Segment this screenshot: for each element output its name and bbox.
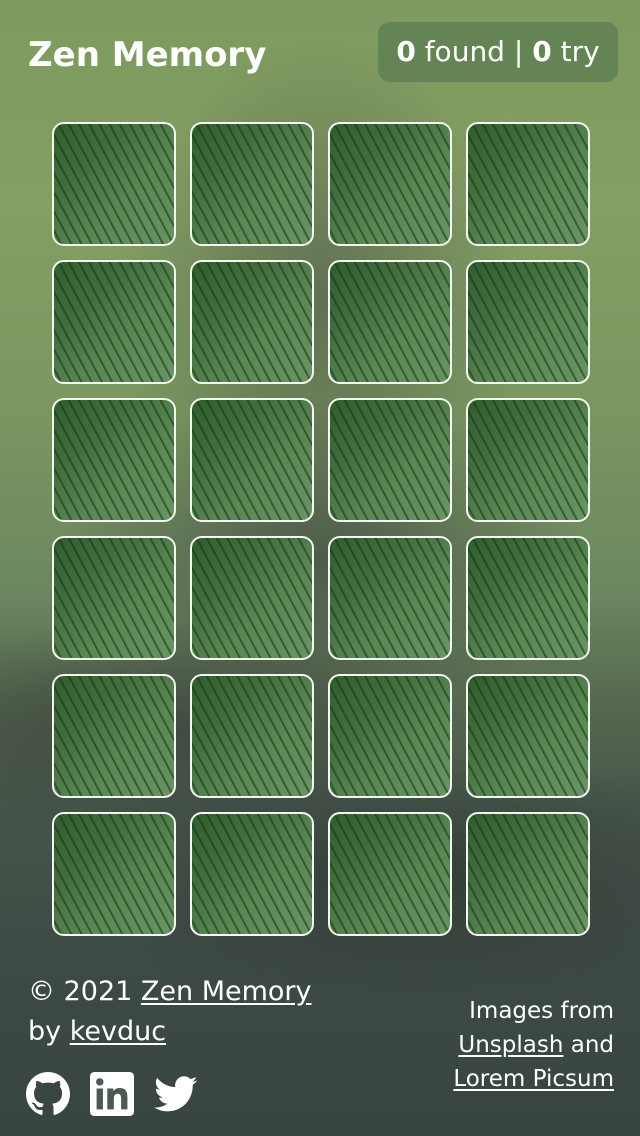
credits-and: and bbox=[570, 1032, 614, 1058]
twitter-icon-glyph bbox=[154, 1076, 198, 1112]
picsum-link[interactable]: Lorem Picsum bbox=[453, 1066, 614, 1092]
by-text: by bbox=[28, 1016, 62, 1047]
memory-card[interactable] bbox=[52, 398, 176, 522]
score-separator: | bbox=[513, 35, 524, 68]
memory-card[interactable] bbox=[466, 536, 590, 660]
try-count: 0 bbox=[532, 35, 552, 68]
memory-card[interactable] bbox=[328, 812, 452, 936]
memory-card[interactable] bbox=[52, 122, 176, 246]
credits-line: Unsplash and bbox=[453, 1028, 614, 1062]
memory-card[interactable] bbox=[466, 260, 590, 384]
found-count: 0 bbox=[396, 35, 416, 68]
copyright-text: © 2021 bbox=[28, 976, 133, 1007]
memory-card[interactable] bbox=[190, 122, 314, 246]
github-icon[interactable] bbox=[26, 1072, 70, 1116]
author-link[interactable]: kevduc bbox=[70, 1016, 166, 1047]
memory-card[interactable] bbox=[190, 536, 314, 660]
linkedin-icon[interactable] bbox=[90, 1072, 134, 1116]
memory-card[interactable] bbox=[328, 260, 452, 384]
author-line: by kevduc bbox=[28, 1012, 312, 1052]
header: Zen Memory 0 found | 0 try bbox=[0, 0, 640, 110]
twitter-icon[interactable] bbox=[154, 1072, 198, 1116]
social-links bbox=[26, 1072, 198, 1116]
memory-card[interactable] bbox=[466, 674, 590, 798]
app-link[interactable]: Zen Memory bbox=[141, 976, 312, 1007]
memory-card[interactable] bbox=[466, 122, 590, 246]
card-grid bbox=[52, 122, 590, 936]
memory-card[interactable] bbox=[328, 398, 452, 522]
unsplash-link[interactable]: Unsplash bbox=[458, 1032, 563, 1058]
memory-card[interactable] bbox=[190, 812, 314, 936]
memory-card[interactable] bbox=[52, 812, 176, 936]
memory-card[interactable] bbox=[52, 536, 176, 660]
memory-card[interactable] bbox=[466, 398, 590, 522]
app-title: Zen Memory bbox=[28, 35, 267, 75]
memory-card[interactable] bbox=[190, 674, 314, 798]
memory-card[interactable] bbox=[190, 398, 314, 522]
copyright-line: © 2021 Zen Memory bbox=[28, 972, 312, 1012]
credits-prefix: Images from bbox=[469, 998, 614, 1024]
memory-card[interactable] bbox=[52, 260, 176, 384]
memory-card[interactable] bbox=[190, 260, 314, 384]
footer-credits: © 2021 Zen Memory by kevduc bbox=[28, 972, 312, 1052]
image-credits: Images from Unsplash and Lorem Picsum bbox=[453, 994, 614, 1096]
linkedin-icon-glyph bbox=[90, 1072, 134, 1116]
memory-card[interactable] bbox=[328, 122, 452, 246]
memory-card[interactable] bbox=[52, 674, 176, 798]
found-label: found bbox=[424, 35, 505, 68]
memory-card[interactable] bbox=[328, 536, 452, 660]
memory-card[interactable] bbox=[328, 674, 452, 798]
memory-card[interactable] bbox=[466, 812, 590, 936]
credits-line-2: Lorem Picsum bbox=[453, 1062, 614, 1096]
github-icon-glyph bbox=[26, 1072, 70, 1115]
try-label: try bbox=[560, 35, 600, 68]
score-panel: 0 found | 0 try bbox=[378, 22, 618, 82]
